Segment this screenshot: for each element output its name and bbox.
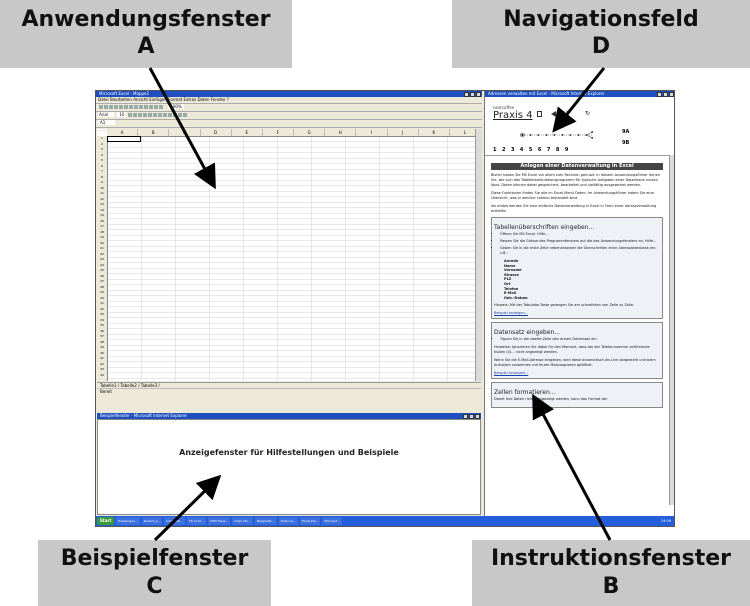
arrow-c bbox=[153, 474, 222, 542]
arrow-b bbox=[532, 393, 612, 541]
annotation-arrows bbox=[148, 67, 612, 542]
arrow-a bbox=[148, 67, 216, 190]
arrow-d bbox=[552, 67, 606, 133]
